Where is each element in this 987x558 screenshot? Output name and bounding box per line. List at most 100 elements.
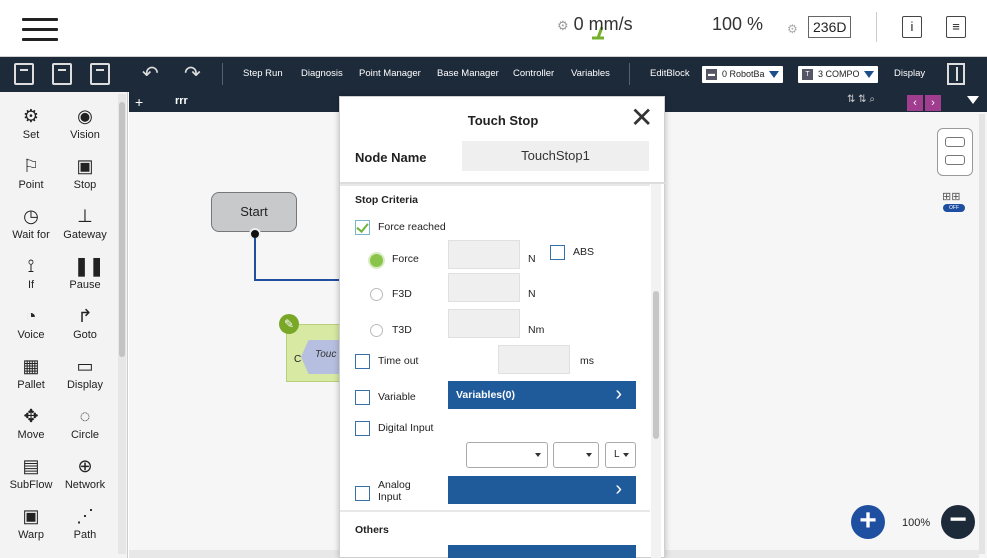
others-header: Others <box>355 524 389 536</box>
palette-circle[interactable]: ◌ Circle <box>56 406 114 441</box>
analog-input-select-button[interactable]: › <box>448 476 636 504</box>
save-file-icon[interactable] <box>52 63 72 85</box>
scrollbar-thumb[interactable] <box>653 291 659 439</box>
palette-if[interactable]: ⟟ If <box>2 256 60 291</box>
variables-select-button[interactable]: Variables(0) › <box>448 381 636 409</box>
new-file-icon[interactable] <box>14 63 34 85</box>
digital-input-dropdown-1[interactable] <box>466 442 548 468</box>
subflow-icon: ▤ <box>22 456 40 476</box>
zoom-out-button[interactable]: − <box>941 505 975 539</box>
palette-voice[interactable]: ◔ Voice <box>2 306 60 341</box>
f3d-label: F3D <box>392 288 412 300</box>
hamburger-menu-icon[interactable] <box>22 18 58 42</box>
palette-subflow[interactable]: ▤ SubFlow <box>2 456 60 491</box>
canvas-scrollbar-vertical[interactable] <box>979 114 985 554</box>
controller-button[interactable]: Controller <box>513 68 554 79</box>
base-manager-button[interactable]: Base Manager <box>437 68 499 79</box>
tab-list-icon[interactable] <box>967 96 979 104</box>
edit-pencil-icon[interactable]: ✎ <box>279 314 299 334</box>
timeout-input[interactable] <box>498 345 570 374</box>
chevron-right-icon: › <box>615 383 622 405</box>
palette-vision[interactable]: ◉ Vision <box>56 106 114 141</box>
variable-checkbox[interactable] <box>355 390 370 405</box>
diagnosis-button[interactable]: Diagnosis <box>301 68 343 79</box>
section-divider <box>340 510 650 512</box>
f3d-radio[interactable] <box>370 288 383 301</box>
edit-block-button[interactable]: EditBlock <box>650 68 690 79</box>
prev-tab-icon[interactable]: ‹ <box>907 95 923 111</box>
timeout-checkbox[interactable] <box>355 354 370 369</box>
stop-icon: ▣ <box>76 156 94 176</box>
sort-tools-icon[interactable]: ⇅ ⇅ ⌕ <box>847 94 875 105</box>
palette-network[interactable]: ⊕ Network <box>56 456 114 491</box>
robot-base-select[interactable]: ▬ 0 RobotBa <box>702 66 783 83</box>
flow-connector <box>254 279 344 281</box>
chevron-down-icon <box>768 71 779 79</box>
chevron-down-icon <box>863 71 874 79</box>
start-node[interactable]: Start <box>211 192 297 232</box>
toolbar-divider <box>629 63 630 85</box>
layout-icon[interactable]: ⊞⊞ <box>942 190 960 203</box>
variables-button[interactable]: Variables <box>571 68 610 79</box>
next-tab-icon[interactable]: › <box>925 95 941 111</box>
digital-input-dropdown-2[interactable] <box>553 442 599 468</box>
palette-point[interactable]: ⚐ Point <box>2 156 60 191</box>
f3d-input[interactable] <box>448 273 520 302</box>
palette-warp[interactable]: ▣ Warp <box>2 506 60 541</box>
compo-select[interactable]: T3 COMPO <box>798 66 878 83</box>
palette-scrollbar[interactable] <box>118 94 126 554</box>
palette-move[interactable]: ✥ Move <box>2 406 60 441</box>
log-button[interactable]: ≡ <box>946 16 966 38</box>
close-icon[interactable]: ✕ <box>630 104 653 132</box>
abs-checkbox[interactable] <box>550 245 565 260</box>
force-radio[interactable] <box>370 254 383 267</box>
node-name-input[interactable]: TouchStop1 <box>462 141 649 171</box>
step-run-button[interactable]: Step Run <box>243 68 283 79</box>
toggle-switch[interactable]: OFF <box>943 204 965 212</box>
circle-icon: ◌ <box>79 406 91 426</box>
abs-label: ABS <box>573 246 595 258</box>
section-divider <box>340 184 650 186</box>
add-tab-icon[interactable]: + <box>135 94 143 110</box>
analog-input-checkbox[interactable] <box>355 486 370 501</box>
undo-icon[interactable]: ↶ <box>142 61 159 86</box>
path-icon: ⋰ <box>76 506 94 526</box>
others-select-button[interactable] <box>448 545 636 558</box>
palette-pallet[interactable]: ▦ Pallet <box>2 356 60 391</box>
tab-rrr[interactable]: rrr <box>175 95 188 107</box>
t3d-radio[interactable] <box>370 324 383 337</box>
point-manager-button[interactable]: Point Manager <box>359 68 421 79</box>
palette-stop[interactable]: ▣ Stop <box>56 156 114 191</box>
palette-path[interactable]: ⋰ Path <box>56 506 114 541</box>
panel-toggle-icon[interactable] <box>937 128 973 176</box>
node-name-label: Node Name <box>355 150 427 165</box>
digital-input-label: Digital Input <box>378 422 434 434</box>
save-as-icon[interactable] <box>90 63 110 85</box>
palette-goto[interactable]: ↱ Goto <box>56 306 114 341</box>
scrollbar-thumb[interactable] <box>119 102 125 357</box>
digital-input-checkbox[interactable] <box>355 421 370 436</box>
toolbar-divider <box>222 63 223 85</box>
palette-display[interactable]: ▭ Display <box>56 356 114 391</box>
palette-set[interactable]: ⚙ Set <box>2 106 60 141</box>
palette-gateway[interactable]: ⊥ Gateway <box>56 206 114 241</box>
force-reached-checkbox[interactable] <box>355 220 370 235</box>
dialog-scrollbar[interactable] <box>651 184 661 558</box>
chevron-right-icon: › <box>615 478 622 500</box>
palette-pause[interactable]: ❚❚ Pause <box>56 256 114 291</box>
force-input[interactable] <box>448 240 520 269</box>
t3d-input[interactable] <box>448 309 520 338</box>
node-condition-label: C <box>294 354 302 365</box>
pallet-icon: ▦ <box>22 356 40 376</box>
variable-label: Variable <box>378 391 416 403</box>
zoom-in-button[interactable]: + <box>851 505 885 539</box>
display-button[interactable]: Display <box>894 68 925 79</box>
dialog-scroll-area[interactable]: Stop Criteria Force reached Force N ABS … <box>340 184 666 558</box>
node-palette: ⚙ Set ◉ Vision ⚐ Point ▣ Stop ◷ Wait for ⊥ Gat… <box>0 92 128 558</box>
redo-icon[interactable]: ↷ <box>184 61 201 86</box>
palette-wait-for[interactable]: ◷ Wait for <box>2 206 60 241</box>
panel-layout-icon[interactable] <box>947 63 965 85</box>
force-unit: N <box>528 253 536 265</box>
digital-input-dropdown-3[interactable]: L <box>605 442 636 468</box>
info-button[interactable]: i <box>902 16 922 38</box>
